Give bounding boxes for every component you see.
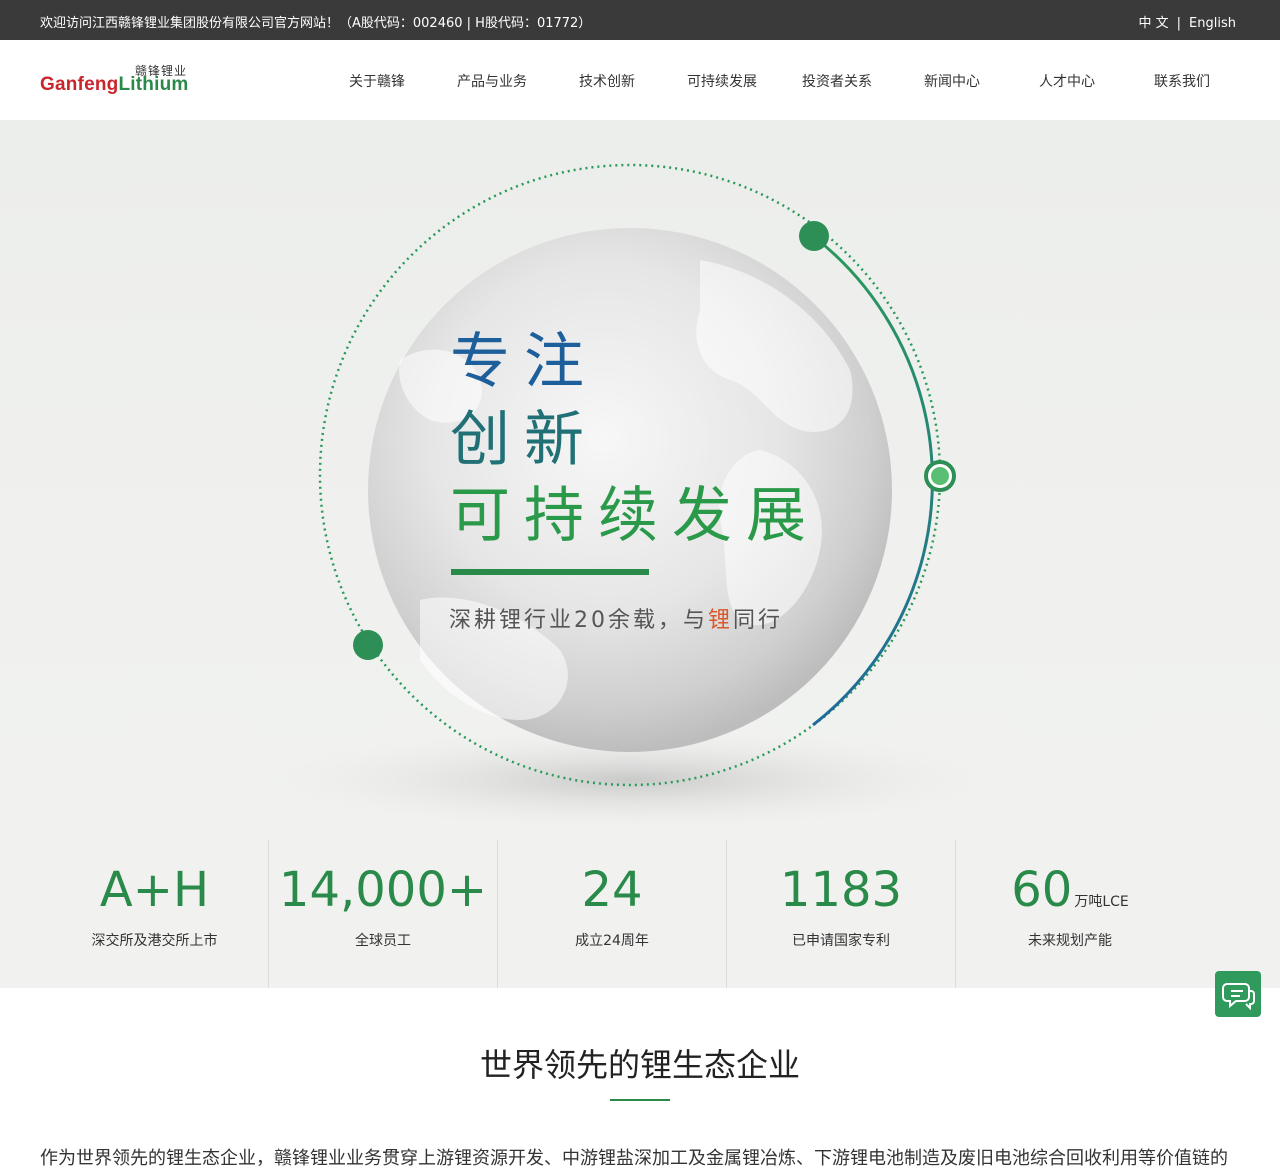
stat-unit: 万吨LCE	[1074, 894, 1129, 910]
online-chat-button[interactable]	[1215, 971, 1261, 1017]
slogan-line-innovation: 创新	[450, 405, 598, 475]
stat-value: 60 万吨LCE	[1011, 862, 1129, 918]
lang-english-link[interactable]: English	[1189, 16, 1236, 31]
hero-tagline: 深耕锂行业20余载，与锂同行	[449, 608, 784, 633]
site-header: 赣锋锂业 GanfengLithium 关于赣锋 产品与业务 技术创新 可持续发…	[0, 40, 1280, 120]
lang-separator: |	[1176, 16, 1182, 31]
slogan-line-focus: 专注	[450, 327, 598, 397]
stat-employees: 14,000+ 全球员工	[268, 840, 497, 988]
stat-anniversary: 24 成立24周年	[497, 840, 726, 988]
stat-value: A+H	[99, 862, 210, 918]
orbit-dot-top	[799, 221, 829, 251]
section-title-underline	[610, 1099, 670, 1101]
language-switcher: 中 文 | English	[1135, 12, 1240, 31]
stat-capacity: 60 万吨LCE 未来规划产能	[955, 840, 1184, 988]
stat-value: 14,000+	[278, 862, 488, 918]
stat-label: 成立24周年	[575, 933, 649, 949]
stat-value: 1183	[779, 862, 903, 918]
nav-item-careers[interactable]: 人才中心	[1039, 71, 1095, 91]
nav-item-innovation[interactable]: 技术创新	[579, 71, 635, 91]
nav-item-contact[interactable]: 联系我们	[1154, 71, 1210, 91]
stat-label: 深交所及港交所上市	[91, 933, 218, 949]
stat-listing: A+H 深交所及港交所上市	[40, 840, 269, 988]
stat-patents: 1183 已申请国家专利	[726, 840, 955, 988]
chat-bubble-icon	[1222, 983, 1255, 1011]
globe-graphic	[270, 163, 990, 830]
intro-paragraph: 作为世界领先的锂生态企业，赣锋锂业业务贯穿上游锂资源开发、中游锂盐深加工及金属锂…	[40, 1148, 1228, 1167]
nav-item-products[interactable]: 产品与业务	[457, 71, 527, 91]
hero-banner: 专注 创新 可持续发展 深耕锂行业20余载，与锂同行	[0, 120, 1280, 840]
stat-label: 全球员工	[355, 933, 411, 949]
logo-english-name: GanfengLithium	[40, 74, 189, 95]
orbit-dot-left	[353, 630, 383, 660]
nav-item-news[interactable]: 新闻中心	[924, 71, 980, 91]
stat-label: 未来规划产能	[1028, 933, 1112, 949]
slogan-line-sustainable: 可持续发展	[450, 481, 820, 551]
section-title: 世界领先的锂生态企业	[479, 1046, 800, 1084]
welcome-text: 欢迎访问江西赣锋锂业集团股份有限公司官方网站！（A股代码：002460 | H股…	[40, 16, 592, 31]
stat-value: 24	[581, 862, 643, 918]
stat-label: 已申请国家专利	[792, 933, 890, 949]
stats-bar: A+H 深交所及港交所上市 14,000+ 全球员工 24 成立24周年 118…	[0, 840, 1280, 988]
nav-item-sustainability[interactable]: 可持续发展	[687, 71, 757, 91]
lang-chinese-link[interactable]: 中 文	[1139, 16, 1169, 31]
nav-item-investors[interactable]: 投资者关系	[802, 71, 872, 91]
slogan-underline	[451, 569, 649, 575]
company-logo[interactable]: 赣锋锂业 GanfengLithium	[40, 62, 200, 98]
nav-item-about[interactable]: 关于赣锋	[349, 71, 405, 91]
top-bar: 欢迎访问江西赣锋锂业集团股份有限公司官方网站！（A股代码：002460 | H股…	[0, 0, 1280, 40]
